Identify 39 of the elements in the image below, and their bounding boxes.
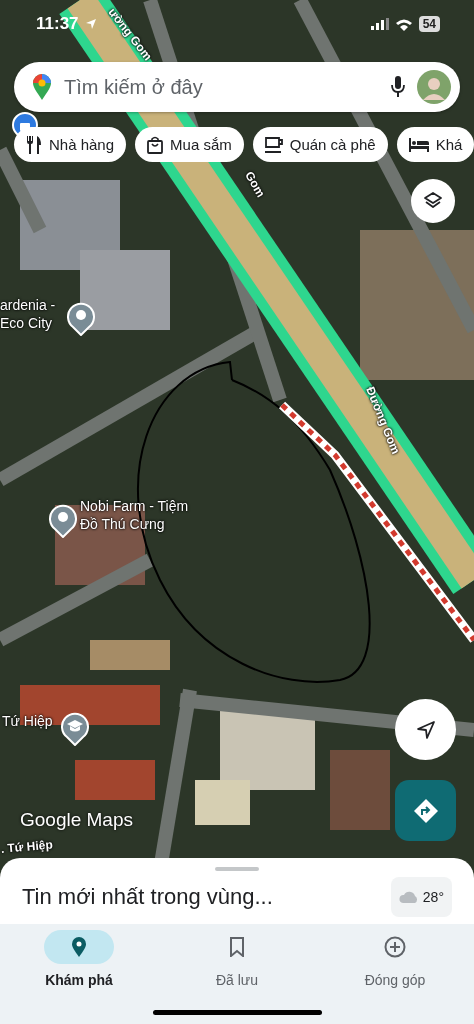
place-pin-icon[interactable] <box>66 300 96 336</box>
temperature: 28° <box>422 889 444 905</box>
category-chip[interactable]: Nhà hàng <box>14 127 127 162</box>
category-chip[interactable]: Khá <box>396 127 474 162</box>
search-field[interactable]: Tìm kiếm ở đây <box>64 75 379 99</box>
category-chip[interactable]: Mua sắm <box>135 127 244 162</box>
weather-chip[interactable]: 28° <box>390 877 452 917</box>
battery-icon: 54 <box>418 16 440 32</box>
graduation-cap-pin-icon[interactable] <box>60 710 90 746</box>
location-arrow-icon <box>84 18 97 30</box>
plus-circle-icon <box>384 936 406 958</box>
drag-handle[interactable] <box>215 867 259 871</box>
nav-tab[interactable]: Đóng góp <box>316 924 474 1024</box>
microphone-icon[interactable] <box>391 76 405 98</box>
coffee-cup-icon <box>264 135 283 154</box>
signal-icon <box>370 18 389 30</box>
map-label: . Tứ Hiệp <box>0 836 54 858</box>
map-pin-icon <box>71 936 87 958</box>
layers-icon <box>423 191 443 211</box>
nav-tab[interactable]: Đã lưu <box>158 924 316 1024</box>
map-label: Tứ Hiệp <box>2 712 53 730</box>
directions-button[interactable] <box>395 780 456 841</box>
nav-tab[interactable]: Khám phá <box>0 924 158 1024</box>
navigation-arrow-icon <box>415 719 436 740</box>
map-label: ardenia - Eco City <box>0 296 56 332</box>
google-maps-logo: Google Maps <box>20 810 133 830</box>
map-pin-logo-icon <box>32 73 52 101</box>
place-pin-icon[interactable] <box>48 502 78 538</box>
directions-icon <box>412 797 439 824</box>
shopping-bag-icon <box>147 135 164 154</box>
bookmark-icon <box>229 937 245 957</box>
avatar-icon[interactable] <box>417 70 451 104</box>
fork-knife-icon <box>26 135 42 154</box>
bed-icon <box>408 137 429 152</box>
sheet-title: Tin mới nhất trong vùng... <box>22 884 273 910</box>
wifi-icon <box>394 17 413 31</box>
search-bar[interactable]: Tìm kiếm ở đây <box>14 62 460 112</box>
category-chip[interactable]: Quán cà phê <box>252 127 388 162</box>
cloud-icon <box>398 890 419 904</box>
